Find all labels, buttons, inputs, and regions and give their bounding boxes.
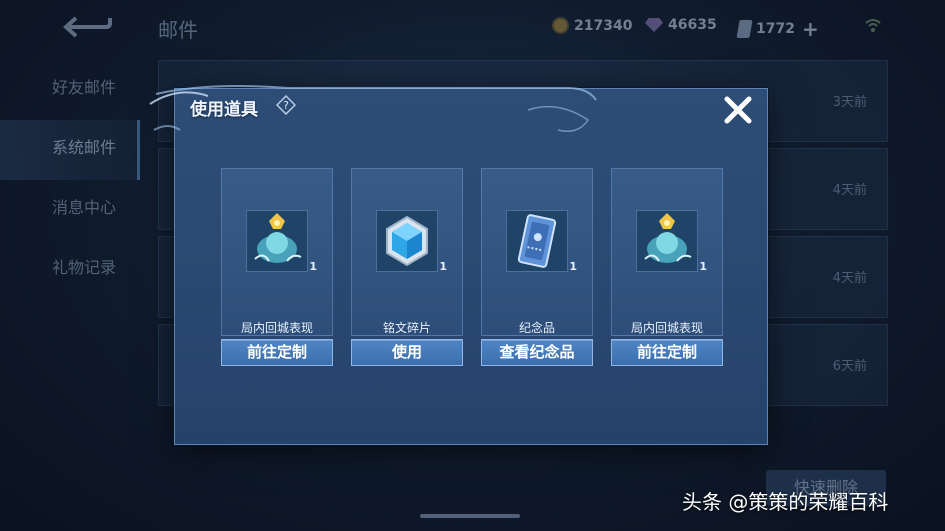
home-indicator[interactable]	[420, 514, 520, 518]
recall-effect-icon	[247, 211, 307, 271]
help-icon[interactable]: ?	[276, 95, 296, 115]
sidebar-item-friend-mail[interactable]: 好友邮件	[0, 60, 140, 120]
watermark: 头条 @策策的荣耀百科	[682, 490, 889, 514]
item-quantity: 1	[699, 260, 707, 273]
diamond-value: 46635	[668, 17, 717, 33]
item-icon-frame: 1	[246, 210, 317, 273]
item-quantity: 1	[569, 260, 577, 273]
gold-currency: 217340	[552, 17, 632, 34]
diamond-icon	[645, 18, 663, 32]
item-name: 局内回城表现	[630, 321, 703, 335]
item-card: 1 局内回城表现	[221, 168, 333, 336]
use-button[interactable]: 使用	[351, 339, 463, 366]
item-name: 局内回城表现	[240, 321, 313, 335]
item-card: 1 铭文碎片	[351, 168, 463, 336]
voucher-icon	[736, 20, 753, 38]
item-name: 铭文碎片	[382, 321, 431, 335]
mail-date: 6天前	[832, 359, 867, 374]
close-icon[interactable]	[722, 95, 754, 125]
sidebar-item-gift-record[interactable]: 礼物记录	[0, 240, 140, 300]
gold-coin-icon	[552, 17, 569, 34]
sidebar-item-system-mail[interactable]: 系统邮件	[0, 120, 140, 180]
mail-date: 3天前	[832, 95, 867, 110]
back-arrow-icon[interactable]	[62, 14, 112, 40]
go-customize-button[interactable]: 前往定制	[221, 339, 333, 366]
voucher-value: 1772	[756, 21, 795, 37]
recall-effect-icon	[637, 211, 697, 271]
item-icon-frame: 1	[636, 210, 707, 273]
add-voucher-icon[interactable]: +	[802, 17, 819, 41]
sidebar-item-message-center[interactable]: 消息中心	[0, 180, 140, 240]
mail-date: 4天前	[832, 183, 867, 198]
mail-sidebar: 好友邮件 系统邮件 消息中心 礼物记录	[0, 60, 140, 300]
page-title: 邮件	[158, 18, 198, 42]
diamond-currency: 46635	[645, 17, 717, 33]
inscription-fragment-icon	[377, 211, 437, 271]
souvenir-ticket-icon	[507, 211, 567, 271]
mail-date: 4天前	[832, 271, 867, 286]
voucher-currency[interactable]: 1772 +	[736, 17, 819, 41]
dialog-title: 使用道具	[190, 100, 258, 120]
item-card: 1 局内回城表现	[611, 168, 723, 336]
item-icon-frame: 1	[506, 210, 577, 273]
view-souvenir-button[interactable]: 查看纪念品	[481, 339, 593, 366]
item-quantity: 1	[309, 260, 317, 273]
item-card: 1 纪念品	[481, 168, 593, 336]
item-quantity: 1	[439, 260, 447, 273]
go-customize-button[interactable]: 前往定制	[611, 339, 723, 366]
item-name: 纪念品	[518, 321, 555, 335]
svg-text:?: ?	[283, 99, 289, 112]
wifi-icon	[865, 19, 881, 32]
gold-value: 217340	[574, 17, 633, 34]
item-icon-frame: 1	[376, 210, 447, 273]
